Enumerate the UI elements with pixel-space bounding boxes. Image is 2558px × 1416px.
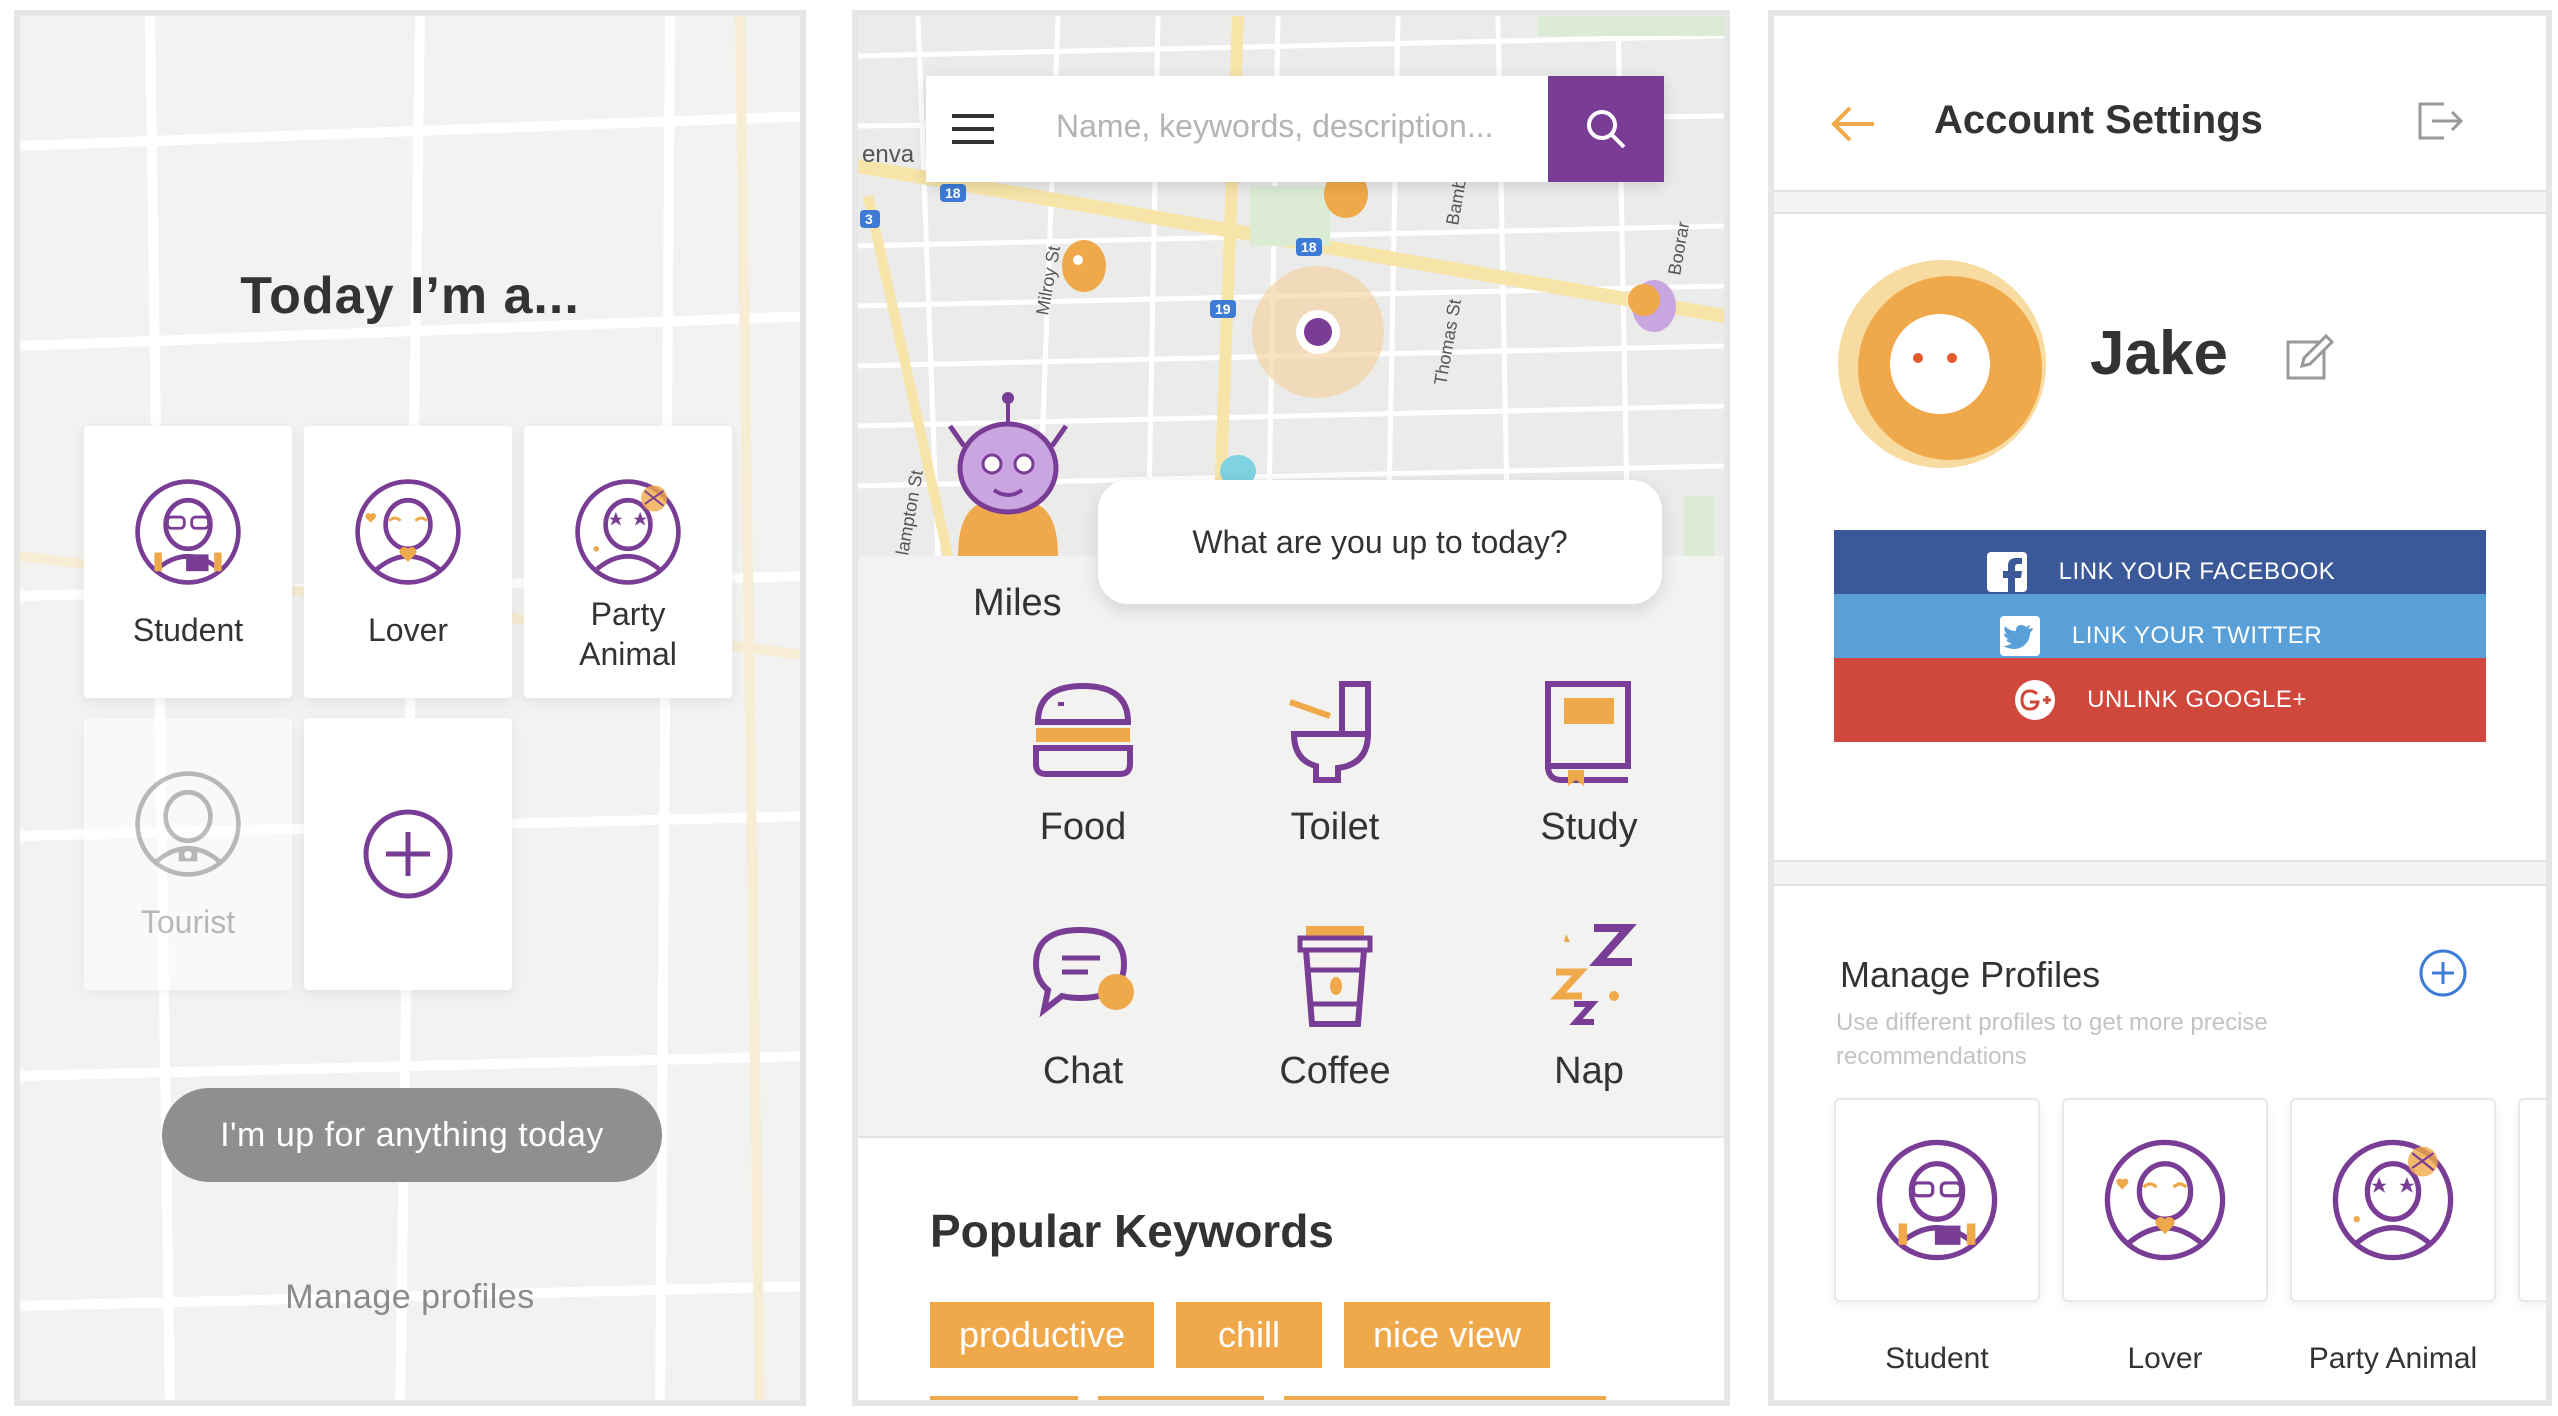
keyword-chip[interactable] <box>1284 1396 1606 1400</box>
keyword-chip[interactable]: nice view <box>1344 1302 1550 1368</box>
section-subtitle: Use different profiles to get more preci… <box>1836 1009 2268 1070</box>
back-arrow-icon[interactable] <box>1830 104 1876 144</box>
profile-label: Lover <box>2127 1342 2203 1375</box>
category-label: Chat <box>1042 1050 1124 1092</box>
profile-card-party-animal[interactable]: Party Animal <box>524 426 732 698</box>
page-title: Account Settings <box>1934 98 2263 142</box>
party-animal-avatar-icon <box>2329 1136 2457 1264</box>
category-label: Food <box>1039 806 1127 848</box>
keyword-chip[interactable] <box>1098 1396 1264 1400</box>
category-study[interactable]: Study <box>1484 676 1694 849</box>
miles-character-icon <box>947 392 1069 556</box>
page-title: Today I’m a... <box>240 267 580 325</box>
button-label: UNLINK GOOGLE+ <box>2087 686 2307 713</box>
section-title: Manage Profiles <box>1840 954 2101 995</box>
category-nap[interactable]: Nap <box>1484 920 1694 1093</box>
profile-picker-screen: Today I’m a... Student Lover Party Anima… <box>14 10 806 1406</box>
add-profile-card[interactable] <box>304 718 512 990</box>
category-chat[interactable]: Chat <box>978 920 1188 1093</box>
popular-keywords-section: Popular Keywords productive chill nice v… <box>858 1136 1724 1400</box>
lover-avatar-icon <box>2101 1136 2229 1264</box>
route-badge-label: 3 <box>865 211 873 227</box>
section-title: Popular Keywords <box>930 1205 1334 1257</box>
account-settings-screen: Account Settings Jake LINK YOUR FACEBOOK <box>1768 10 2552 1406</box>
search-bar: Name, keywords, description... <box>926 76 1664 182</box>
category-label: Coffee <box>1279 1050 1391 1092</box>
profile-card-label: Lover <box>367 612 449 648</box>
add-profile-icon[interactable] <box>2418 948 2468 998</box>
profile-card-student[interactable]: Student <box>84 426 292 698</box>
category-toilet[interactable]: Toilet <box>1230 676 1440 849</box>
character-name: Miles <box>973 582 1062 624</box>
user-name: Jake <box>2090 319 2228 388</box>
search-icon <box>1587 110 1626 149</box>
search-button[interactable] <box>1548 76 1664 182</box>
category-coffee[interactable]: Coffee <box>1230 920 1440 1093</box>
add-icon <box>363 809 453 899</box>
route-badge-label: 18 <box>1301 239 1317 255</box>
profile-card-partial[interactable] <box>2518 1098 2546 1302</box>
search-input[interactable]: Name, keywords, description... <box>1056 108 1494 145</box>
profile-label: Party Animal <box>2308 1342 2478 1375</box>
user-profile-section: Jake LINK YOUR FACEBOOK LINK YOUR TWITTE… <box>1774 212 2546 862</box>
profile-card-label: Tourist <box>140 904 236 940</box>
manage-profiles-link[interactable]: Manage profiles <box>20 1278 800 1317</box>
hamburger-menu-icon[interactable] <box>950 106 996 152</box>
route-badge-label: 18 <box>945 185 961 201</box>
profile-card-label: Party Animal <box>579 596 677 672</box>
edit-icon[interactable] <box>2284 332 2336 384</box>
profile-card-label: Student <box>132 612 244 648</box>
profile-card-party-animal[interactable] <box>2290 1098 2496 1302</box>
speech-bubble: What are you up to today? <box>1098 480 1662 604</box>
profile-card-lover[interactable] <box>2062 1098 2268 1302</box>
student-avatar-icon <box>1873 1136 2001 1264</box>
sleep-icon <box>1550 924 1637 1025</box>
keyword-chip[interactable]: productive <box>930 1302 1154 1368</box>
google-plus-icon <box>2015 680 2056 720</box>
burger-icon <box>1033 682 1133 777</box>
button-label: LINK YOUR FACEBOOK <box>2058 558 2336 585</box>
street-label: Bamb <box>1442 177 1470 227</box>
category-label: Nap <box>1554 1050 1624 1092</box>
profile-card-tourist[interactable]: Tourist <box>84 718 292 990</box>
logout-icon[interactable] <box>2414 96 2466 146</box>
category-food[interactable]: Food <box>978 676 1188 849</box>
tourist-avatar-icon <box>135 771 241 877</box>
keyword-chip[interactable]: chill <box>1176 1302 1322 1368</box>
twitter-icon <box>1999 616 2040 656</box>
profile-label: Student <box>1885 1342 1989 1375</box>
category-label: Study <box>1540 806 1638 848</box>
profile-card-lover[interactable]: Lover <box>304 426 512 698</box>
book-icon <box>1545 681 1631 786</box>
manage-profiles-section: Manage Profiles Use different profiles t… <box>1774 884 2546 1400</box>
party-animal-avatar-icon <box>572 476 684 588</box>
background-map <box>20 16 800 1400</box>
street-label: Milroy St <box>1032 244 1064 316</box>
route-badge-label: 19 <box>1215 301 1231 317</box>
map-view[interactable]: 18 18 19 3 Milroy St Thomas St Bamb Boor… <box>858 16 1724 556</box>
street-label: lampton St <box>892 468 927 556</box>
profile-card-student[interactable] <box>1834 1098 2040 1302</box>
category-label: Toilet <box>1290 806 1380 848</box>
button-label: LINK YOUR TWITTER <box>2071 622 2323 649</box>
facebook-icon <box>1986 552 2027 594</box>
activity-picker-screen: 18 18 19 3 Milroy St Thomas St Bamb Boor… <box>852 10 1730 1406</box>
chat-icon <box>1032 926 1134 1018</box>
student-avatar-icon <box>132 476 244 588</box>
coffee-cup-icon <box>1297 926 1373 1027</box>
unlink-google-button[interactable]: UNLINK GOOGLE+ <box>1834 658 2486 742</box>
lover-avatar-icon <box>352 476 464 588</box>
toilet-icon <box>1289 681 1372 783</box>
anything-button[interactable]: I'm up for anything today <box>162 1088 662 1182</box>
street-label: enva <box>862 141 915 168</box>
street-label: Thomas St <box>1430 298 1465 387</box>
user-avatar[interactable] <box>1836 258 2048 470</box>
app-header: Account Settings <box>1774 16 2546 192</box>
keyword-chip[interactable] <box>930 1396 1078 1400</box>
